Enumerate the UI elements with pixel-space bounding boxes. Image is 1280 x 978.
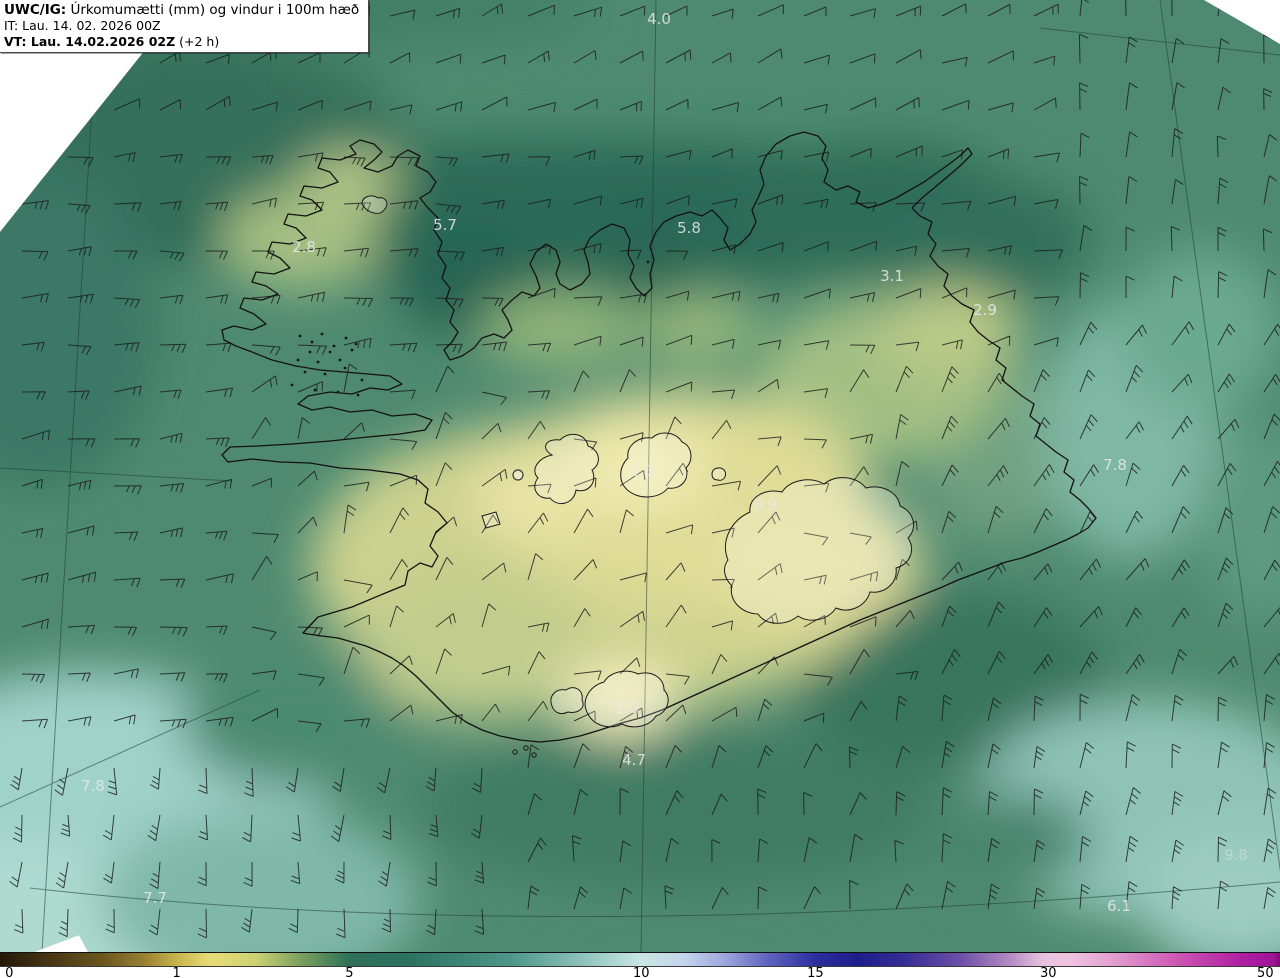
colorbar-tick-label: 30 <box>1040 966 1057 978</box>
value-label: 3.1 <box>880 267 904 285</box>
valid-time: VT: Lau. 14.02.2026 02Z <box>4 33 176 49</box>
value-label: 7.8 <box>81 777 105 795</box>
product-id: UWC/IG: <box>4 2 67 18</box>
value-label: 1.0 <box>630 462 654 480</box>
calm-wind-marker <box>512 469 524 481</box>
value-label: 5.7 <box>433 216 457 234</box>
valid-time-line: VT: Lau. 14.02.2026 02Z (+2 h) <box>4 34 359 49</box>
value-label: 0.9 <box>753 496 777 514</box>
valid-time-offset: (+2 h) <box>179 33 220 49</box>
value-label: 2.8 <box>292 238 316 256</box>
colorbar: 0 1 5 10 15 30 50 <box>0 952 1280 978</box>
colorbar-ticks: 0 1 5 10 15 30 50 <box>0 966 1280 978</box>
value-label: 6.2 <box>35 92 59 110</box>
map-legend-box: UWC/IG: Úrkomumætti (mm) og vindur i 100… <box>0 0 370 53</box>
value-label: 4.0 <box>647 10 671 28</box>
value-label: 7.7 <box>143 889 167 907</box>
value-label: 2.9 <box>973 301 997 319</box>
value-label: 7.8 <box>1103 456 1127 474</box>
colorbar-tick-label: 10 <box>632 966 650 978</box>
colorbar-gradient <box>0 952 1280 967</box>
value-label: 5.8 <box>677 219 701 237</box>
colorbar-tick-label: 1 <box>172 966 181 978</box>
precipitation-wind-map: 4.0 6.2 5.7 5.8 2.8 3.1 2.9 7.8 1.0 0.9 1.0 4.7 7.8 7… <box>0 0 1280 952</box>
weather-map-page: 4.0 6.2 5.7 5.8 2.8 3.1 2.9 7.8 1.0 0.9 1.0 4.7 7.8 7… <box>0 0 1280 978</box>
colorbar-tick-label: 50 <box>1257 966 1274 978</box>
colorbar-tick-label: 5 <box>345 966 354 978</box>
colorbar-tick-label: 15 <box>807 966 824 978</box>
value-label: 4.7 <box>622 751 646 769</box>
map-title: Úrkomumætti (mm) og vindur i 100m hæð <box>70 2 360 18</box>
value-label: 6.1 <box>1107 897 1131 915</box>
map-title-line: UWC/IG: Úrkomumætti (mm) og vindur i 100… <box>4 2 359 18</box>
value-label: 9.8 <box>1224 846 1248 864</box>
init-time: IT: Lau. 14. 02. 2026 00Z <box>4 18 161 34</box>
value-label: 1.0 <box>615 699 639 717</box>
colorbar-tick-label: 0 <box>5 966 14 978</box>
